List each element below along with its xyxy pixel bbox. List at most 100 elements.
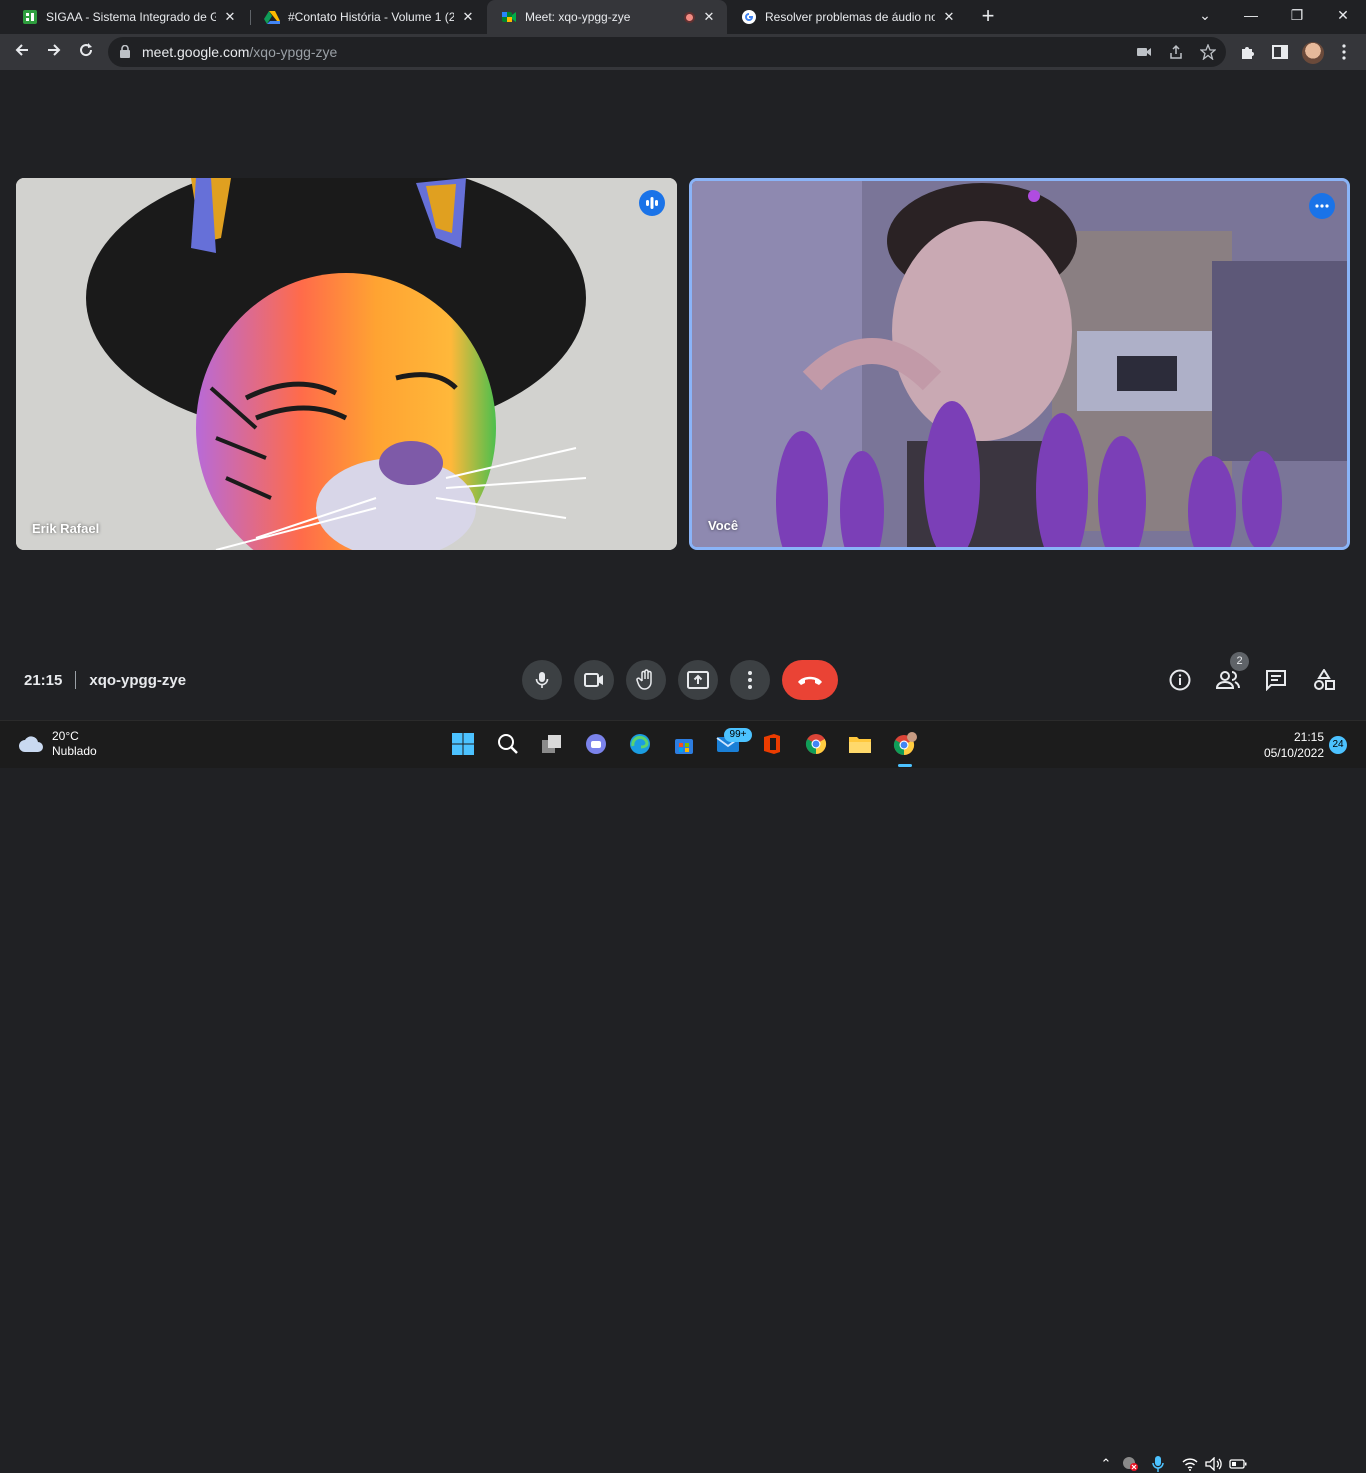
participant-video	[16, 178, 677, 550]
close-tab-icon[interactable]: ✕	[701, 9, 717, 25]
folder-icon	[849, 737, 871, 753]
meeting-code: xqo-ypgg-zye	[89, 671, 187, 689]
more-options-icon[interactable]	[1309, 193, 1335, 219]
people-count-badge: 2	[1230, 652, 1249, 671]
extensions-icon[interactable]	[1239, 43, 1257, 61]
url-path: /xqo-ypgg-zye	[249, 44, 338, 60]
task-view-button[interactable]	[539, 731, 565, 757]
self-video	[692, 181, 1347, 547]
store-icon	[675, 739, 693, 754]
profile-avatar[interactable]	[1302, 42, 1324, 64]
bookmark-star-icon[interactable]	[1200, 44, 1216, 60]
people-icon	[1215, 671, 1240, 689]
teams-chat-button[interactable]	[583, 731, 609, 757]
browser-toolbar: meet.google.com/xqo-ypgg-zye	[0, 34, 1366, 70]
chrome-icon	[805, 734, 827, 755]
restore-button[interactable]: ❐	[1274, 0, 1320, 30]
weather-widget[interactable]: 20°C Nublado	[18, 729, 97, 759]
present-screen-icon	[687, 671, 709, 689]
tab-title: SIGAA - Sistema Integrado de Ge	[46, 10, 216, 24]
lock-icon	[120, 45, 130, 58]
more-options-button[interactable]	[730, 660, 770, 700]
active-app-indicator	[898, 764, 912, 767]
notification-count-badge[interactable]: 24	[1329, 736, 1347, 754]
activities-icon	[1314, 669, 1335, 690]
side-panel-icon[interactable]	[1271, 43, 1289, 61]
battery-icon[interactable]	[1229, 1455, 1247, 1473]
participant-name: Erik Rafael	[32, 521, 100, 536]
cloud-icon	[19, 736, 43, 752]
back-button[interactable]	[10, 40, 34, 64]
close-tab-icon[interactable]: ✕	[941, 9, 957, 25]
meet-tray-icon[interactable]	[1121, 1455, 1139, 1473]
search-icon	[498, 734, 518, 754]
windows-taskbar: 20°C Nublado ⌃	[0, 720, 1366, 1472]
task-view-icon	[542, 735, 561, 753]
weather-temperature: 20°C	[52, 729, 79, 743]
edge-button[interactable]	[627, 731, 653, 757]
google-drive-icon	[264, 9, 280, 25]
participant-name: Você	[708, 518, 739, 533]
microphone-icon	[535, 672, 549, 688]
tab-title: #Contato História - Volume 1 (20	[288, 10, 454, 24]
chrome-menu-icon[interactable]	[1335, 43, 1353, 61]
participant-tile-erik[interactable]: Erik Rafael	[16, 178, 677, 550]
url-text: meet.google.com/xqo-ypgg-zye	[142, 37, 337, 67]
reload-button[interactable]	[74, 40, 98, 64]
tab-contato-historia[interactable]: #Contato História - Volume 1 (20 ✕	[250, 0, 486, 34]
chrome-profile-button[interactable]	[892, 731, 918, 757]
meeting-details: 21:15 xqo-ypgg-zye	[24, 668, 186, 692]
taskbar-search-button[interactable]	[495, 731, 521, 757]
present-screen-button[interactable]	[678, 660, 718, 700]
tab-title: Resolver problemas de áudio no	[765, 10, 935, 24]
minimize-button[interactable]: —	[1228, 0, 1274, 30]
tab-resolver-audio[interactable]: Resolver problemas de áudio no ✕	[727, 0, 967, 34]
leave-call-button[interactable]	[782, 660, 838, 700]
file-explorer-button[interactable]	[847, 731, 873, 757]
clock-time: 21:15	[1293, 730, 1324, 744]
participant-tile-self[interactable]: Você	[689, 178, 1350, 550]
meeting-info-button[interactable]	[1167, 667, 1193, 693]
edge-icon	[630, 734, 650, 754]
tab-meet[interactable]: Meet: xqo-ypgg-zye ✕	[487, 0, 727, 34]
clock-date: 05/10/2022	[1263, 746, 1324, 760]
camera-button[interactable]	[574, 660, 614, 700]
tab-search-button[interactable]: ⌄	[1182, 0, 1228, 30]
activities-button[interactable]	[1311, 667, 1337, 693]
share-icon[interactable]	[1168, 44, 1184, 60]
chat-button[interactable]	[1263, 667, 1289, 693]
close-tab-icon[interactable]: ✕	[460, 9, 476, 25]
wifi-icon[interactable]	[1181, 1455, 1199, 1473]
camera-in-use-icon[interactable]	[1136, 44, 1152, 60]
start-button[interactable]	[450, 731, 476, 757]
chat-bubble-icon	[586, 734, 606, 754]
browser-tab-strip: SIGAA - Sistema Integrado de Ge ✕ #Conta…	[0, 0, 1366, 34]
volume-icon[interactable]	[1205, 1455, 1223, 1473]
new-tab-button[interactable]: +	[977, 5, 999, 28]
office-button[interactable]	[759, 731, 785, 757]
meeting-time: 21:15	[24, 671, 63, 689]
google-icon	[741, 9, 757, 25]
microphone-tray-icon[interactable]	[1149, 1455, 1167, 1473]
divider	[75, 671, 77, 689]
hand-icon	[636, 669, 652, 690]
store-button[interactable]	[671, 731, 697, 757]
end-call-icon	[798, 676, 822, 685]
chrome-taskbar-button[interactable]	[803, 731, 829, 757]
microphone-button[interactable]	[522, 660, 562, 700]
show-hidden-icons-button[interactable]: ⌃	[1097, 1455, 1115, 1473]
tab-sigaa[interactable]: SIGAA - Sistema Integrado de Ge ✕	[8, 0, 248, 34]
close-tab-icon[interactable]: ✕	[222, 9, 238, 25]
url-domain: meet.google.com	[142, 44, 250, 60]
raise-hand-button[interactable]	[626, 660, 666, 700]
vertical-dots-icon	[748, 671, 752, 689]
chat-icon	[1266, 670, 1286, 691]
close-window-button[interactable]: ✕	[1320, 0, 1366, 30]
office-icon	[764, 734, 780, 754]
speaking-indicator-icon	[639, 190, 665, 216]
address-bar[interactable]: meet.google.com/xqo-ypgg-zye	[108, 37, 1226, 67]
weather-description: Nublado	[52, 744, 97, 758]
forward-button[interactable]	[42, 40, 66, 64]
mail-count-badge: 99+	[724, 728, 752, 742]
taskbar-clock[interactable]: 21:15 05/10/2022	[1258, 729, 1324, 761]
